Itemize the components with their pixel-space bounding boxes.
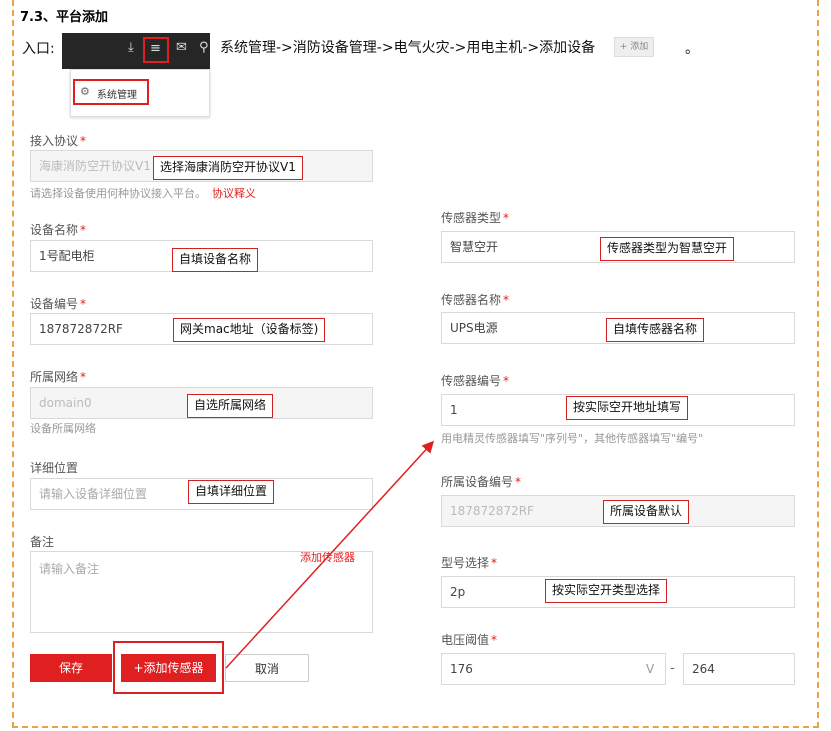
voltage-dash: - xyxy=(670,661,675,676)
sensor-type-note: 传感器类型为智慧空开 xyxy=(600,237,735,261)
model-note: 按实际空开类型选择 xyxy=(545,579,668,603)
sensor-code-note: 按实际空开地址填写 xyxy=(566,396,689,420)
voltage-label: 电压阈值 * xyxy=(441,633,498,647)
model-label: 型号选择 * xyxy=(441,556,498,570)
device-code-ref-note: 所属设备默认 xyxy=(603,500,690,524)
arrow-label: 添加传感器 xyxy=(300,551,355,564)
sensor-name-note: 自填传感器名称 xyxy=(606,318,705,342)
voltage-max-input[interactable]: 264 xyxy=(683,653,795,685)
voltage-min-input[interactable]: 176 xyxy=(441,653,666,685)
arrow-connector xyxy=(225,440,435,669)
sensor-code-label: 传感器编号 * xyxy=(441,374,510,388)
sensor-name-label: 传感器名称 * xyxy=(441,293,510,307)
sensor-code-hint: 用电精灵传感器填写"序列号"，其他传感器填写"编号" xyxy=(441,432,704,445)
sensor-type-label: 传感器类型 * xyxy=(441,211,510,225)
device-code-ref-label: 所属设备编号 * xyxy=(441,475,522,489)
voltage-unit: V xyxy=(646,662,655,676)
